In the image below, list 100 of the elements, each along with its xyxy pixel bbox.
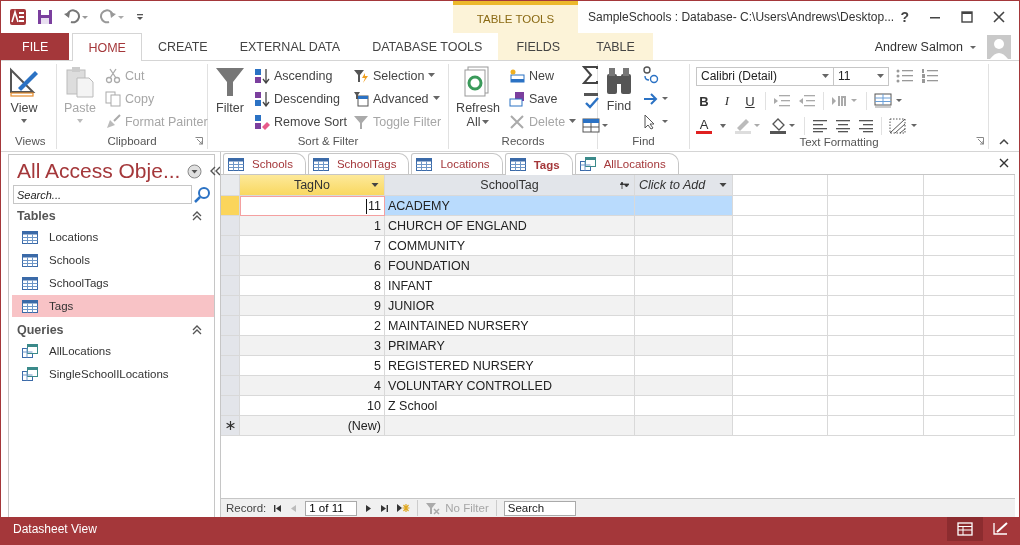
first-record-icon[interactable] (273, 503, 283, 513)
table-cell[interactable]: 6 (240, 256, 385, 276)
column-header[interactable]: TagNo (240, 175, 385, 196)
table-cell[interactable]: (New) (240, 416, 385, 436)
close-icon[interactable] (993, 11, 1005, 23)
close-icon[interactable] (999, 158, 1009, 168)
document-tab[interactable]: SchoolTags (307, 153, 410, 174)
document-tab[interactable]: Locations (411, 153, 503, 174)
column-header[interactable]: Click to Add (635, 175, 733, 196)
navigation-pane-title[interactable]: All Access Obje... (17, 159, 181, 183)
table-cell[interactable] (635, 236, 733, 256)
dropdown-circle-icon[interactable] (187, 163, 203, 179)
document-tab[interactable]: AllLocations (574, 153, 679, 174)
new-record-nav-icon[interactable] (396, 503, 411, 513)
ribbon-tab[interactable]: TABLE (578, 33, 653, 60)
arrow-right-icon[interactable] (642, 92, 670, 106)
record-search-field[interactable]: Search (503, 500, 576, 516)
table-cell[interactable]: INFANT (385, 276, 635, 296)
navigation-item[interactable]: Tags (12, 295, 214, 317)
group-header[interactable]: Tables (17, 209, 56, 223)
maximize-icon[interactable] (961, 11, 973, 23)
table-cell[interactable] (635, 256, 733, 276)
table-cell[interactable]: FOUNDATION (385, 256, 635, 276)
table-cell[interactable]: 1 (240, 216, 385, 236)
sum-icon[interactable] (582, 66, 601, 84)
navigation-item[interactable]: AllLocations (12, 340, 214, 362)
user-name[interactable]: Andrew Salmon (874, 39, 963, 54)
table-cell[interactable] (385, 416, 635, 436)
table-cell[interactable]: ACADEMY (385, 196, 635, 216)
refresh-all-button[interactable]: Refresh All (453, 64, 503, 135)
table-cell[interactable]: 7 (240, 236, 385, 256)
record-position-field[interactable]: 1 of 11 (305, 500, 358, 516)
save-record-button[interactable]: Save (509, 89, 577, 108)
dialog-launcher-icon[interactable] (195, 137, 203, 145)
filter-button[interactable]: Filter (212, 64, 248, 135)
align-left-icon[interactable] (812, 119, 828, 133)
collapse-pane-icon[interactable] (209, 166, 222, 176)
remove-sort-button[interactable]: Remove Sort (254, 112, 347, 131)
replace-icon[interactable] (642, 66, 660, 84)
dialog-launcher-icon[interactable] (976, 137, 984, 145)
font-name-dropdown[interactable]: Calibri (Detail) (696, 66, 834, 86)
underline-button[interactable]: U (742, 93, 758, 109)
datasheet-view-button[interactable] (947, 517, 983, 541)
table-cell[interactable]: 10 (240, 396, 385, 416)
table-cell[interactable] (635, 416, 733, 436)
caret-icon[interactable] (371, 182, 379, 188)
sort-arrow-icon[interactable] (620, 180, 629, 190)
caret-icon[interactable] (719, 182, 727, 188)
navigation-item[interactable]: Schools (12, 249, 214, 271)
navigation-item[interactable]: SingleSchoolILocations (12, 363, 214, 385)
table-cell[interactable]: 4 (240, 376, 385, 396)
table-cell[interactable]: VOLUNTARY CONTROLLED (385, 376, 635, 396)
align-center-icon[interactable] (835, 119, 851, 133)
paragraph-direction-icon[interactable] (831, 94, 859, 108)
customize-toolbar-icon[interactable] (135, 12, 145, 22)
view-button[interactable]: View (5, 64, 43, 135)
table-cell[interactable] (635, 296, 733, 316)
fill-bucket-icon[interactable] (769, 118, 797, 134)
table-cell[interactable]: MAINTAINED NURSERY (385, 316, 635, 336)
table-cell[interactable] (635, 276, 733, 296)
column-header[interactable]: SchoolTag (385, 175, 635, 196)
ribbon-tab[interactable]: CREATE (141, 33, 224, 60)
more-records-icon[interactable] (582, 118, 609, 134)
table-cell[interactable] (635, 196, 733, 216)
help-button[interactable]: ? (900, 9, 909, 25)
decrease-indent-icon[interactable] (798, 94, 816, 108)
table-cell[interactable]: 11 (240, 196, 385, 216)
table-cell[interactable] (635, 336, 733, 356)
redo-icon[interactable] (99, 9, 125, 25)
bulleted-list-icon[interactable] (896, 68, 914, 84)
database-app-icon[interactable] (9, 8, 27, 26)
table-cell[interactable]: JUNIOR (385, 296, 635, 316)
alternate-row-color-icon[interactable] (889, 118, 919, 134)
group-header[interactable]: Queries (17, 323, 64, 337)
bold-button[interactable]: B (696, 93, 712, 109)
table-cell[interactable]: 3 (240, 336, 385, 356)
find-button[interactable]: Find (602, 64, 636, 135)
table-cell[interactable]: PRIMARY (385, 336, 635, 356)
table-cell[interactable] (635, 216, 733, 236)
table-cell[interactable]: 5 (240, 356, 385, 376)
table-cell[interactable]: 2 (240, 316, 385, 336)
numbered-list-icon[interactable] (921, 68, 939, 84)
ribbon-tab[interactable]: FIELDS (498, 33, 579, 60)
search-field[interactable]: Search... (13, 185, 192, 204)
table-cell[interactable]: CHURCH OF ENGLAND (385, 216, 635, 236)
highlight-icon[interactable] (734, 118, 762, 134)
pointer-icon[interactable] (642, 114, 670, 130)
collapse-chevron-icon[interactable] (192, 211, 202, 221)
table-cell[interactable] (635, 316, 733, 336)
advanced-filter-button[interactable]: Advanced (352, 89, 442, 108)
collapse-ribbon-icon[interactable] (999, 138, 1009, 145)
sort-descending-button[interactable]: Descending (254, 89, 347, 108)
navigation-item[interactable]: Locations (12, 226, 214, 248)
save-icon[interactable] (37, 9, 53, 25)
ribbon-tab[interactable]: EXTERNAL DATA (223, 33, 357, 60)
table-cell[interactable]: 9 (240, 296, 385, 316)
table-cell[interactable] (635, 396, 733, 416)
navigation-item[interactable]: SchoolTags (12, 272, 214, 294)
table-cell[interactable] (635, 376, 733, 396)
last-record-icon[interactable] (380, 503, 390, 513)
